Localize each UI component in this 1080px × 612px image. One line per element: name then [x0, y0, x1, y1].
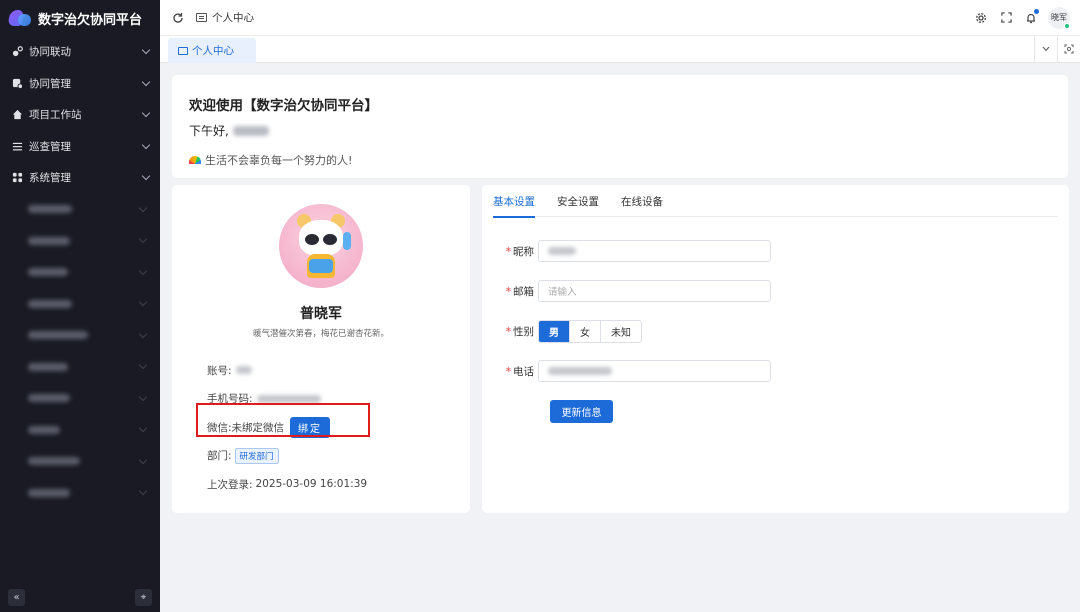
sidebar-subitem-redacted[interactable] — [0, 414, 160, 446]
sidebar-item-coordination-management[interactable]: 协同管理 — [0, 68, 160, 100]
phone-field-row: * 电话 — [482, 360, 771, 382]
user-avatar-text: 晓军 — [1051, 13, 1067, 22]
greeting: 下午好, — [189, 122, 1051, 139]
sidebar-item-coordination-linkage[interactable]: 协同联动 — [0, 36, 160, 68]
app-logo-icon — [7, 8, 31, 28]
settings-tabs: 基本设置 安全设置 在线设备 — [493, 185, 1058, 218]
profile-name: 普晓军 — [300, 306, 342, 322]
gender-segmented-control: 男 女 未知 — [538, 320, 642, 343]
nickname-row: * 昵称 — [482, 240, 771, 262]
redacted-account — [235, 366, 252, 375]
sidebar-item-system-management[interactable]: 系统管理 — [0, 162, 160, 194]
top-header: 个人中心 晓军 — [160, 0, 1080, 36]
refresh-icon[interactable] — [170, 10, 186, 26]
page-tabs: 个人中心 — [160, 36, 1080, 63]
online-status-dot — [1064, 22, 1070, 29]
greeting-text: 下午好, — [189, 124, 229, 138]
sidebar-item-label: 项目工作站 — [29, 109, 82, 122]
breadcrumb[interactable]: 个人中心 — [196, 10, 254, 25]
database-icon — [11, 77, 23, 89]
sidebar-subitem-redacted[interactable] — [0, 194, 160, 226]
home-icon — [11, 109, 23, 121]
gender-option-female[interactable]: 女 — [569, 321, 600, 342]
sidebar-item-project-workstation[interactable]: 项目工作站 — [0, 99, 160, 131]
grid-icon — [11, 172, 23, 184]
tab-security-settings[interactable]: 安全设置 — [557, 185, 599, 217]
nickname-input[interactable] — [538, 240, 771, 262]
tab-basic-settings[interactable]: 基本设置 — [493, 185, 535, 218]
account-label: 账号: — [207, 364, 232, 377]
tab-online-devices[interactable]: 在线设备 — [621, 185, 663, 217]
profile-card: 普晓军 暖气潜催次第春，梅花已谢杏花新。 账号: 手机号码: 微信: 未绑定微信… — [172, 185, 470, 513]
notification-bell-icon[interactable] — [1023, 8, 1039, 26]
sidebar-item-inspection-management[interactable]: 巡查管理 — [0, 131, 160, 163]
sidebar-subitem-redacted[interactable] — [0, 320, 160, 352]
sidebar-item-label: 协同联动 — [29, 46, 71, 59]
settings-card: 基本设置 安全设置 在线设备 * 昵称 * 邮箱 请输入 * 性别 男 女 未知 * 电… — [482, 185, 1069, 513]
breadcrumb-label: 个人中心 — [212, 12, 254, 24]
fullscreen-icon[interactable] — [998, 10, 1014, 26]
email-input[interactable]: 请输入 — [538, 280, 771, 302]
sidebar-item-label: 系统管理 — [29, 172, 71, 185]
redacted-username — [232, 125, 269, 136]
sidebar-subitem-redacted[interactable] — [0, 383, 160, 415]
sidebar: 数字治欠协同平台 协同联动 协同管理 项目工作站 巡查管理 系统管理 « ⌖ — [0, 0, 160, 612]
profile-quote: 暖气潜催次第春，梅花已谢杏花新。 — [252, 329, 389, 339]
profile-card-icon — [196, 13, 207, 22]
department-tag: 研发部门 — [234, 447, 279, 464]
link-icon — [11, 46, 23, 58]
email-label: * 邮箱 — [505, 285, 534, 298]
settings-gear-icon[interactable] — [973, 10, 989, 26]
sidebar-subitem-redacted[interactable] — [0, 288, 160, 320]
brand[interactable]: 数字治欠协同平台 — [0, 0, 160, 36]
highlight-box — [196, 403, 370, 437]
rainbow-icon — [189, 156, 201, 164]
department-label: 部门: — [207, 450, 232, 463]
gender-row: * 性别 男 女 未知 — [482, 320, 642, 343]
profile-card-icon — [178, 46, 188, 55]
motto: 生活不会辜负每一个努力的人! — [189, 152, 1051, 168]
pin-button[interactable]: ⌖ — [135, 589, 152, 606]
gender-option-unknown[interactable]: 未知 — [600, 321, 641, 342]
user-avatar[interactable]: 晓军 — [1048, 6, 1070, 29]
sidebar-item-label: 协同管理 — [29, 77, 71, 90]
welcome-title: 欢迎使用【数字治欠协同平台】 — [189, 98, 378, 114]
chevron-down-icon — [141, 46, 151, 55]
last-login-value: 2025-03-09 16:01:39 — [255, 478, 368, 491]
phone-field-label: * 电话 — [505, 365, 534, 378]
chevron-down-icon — [141, 77, 151, 86]
nickname-label: * 昵称 — [505, 245, 534, 258]
sidebar-subitem-redacted[interactable] — [0, 351, 160, 383]
tab-label: 个人中心 — [192, 45, 234, 57]
welcome-card: 欢迎使用【数字治欠协同平台】 下午好, 生活不会辜负每一个努力的人! — [172, 75, 1068, 178]
last-login-row: 上次登录: 2025-03-09 16:01:39 — [207, 470, 450, 499]
gender-label: * 性别 — [505, 326, 534, 338]
department-row: 部门: 研发部门 — [207, 442, 450, 471]
update-info-button[interactable]: 更新信息 — [550, 400, 613, 423]
app-title: 数字治欠协同平台 — [38, 12, 143, 28]
last-login-label: 上次登录: — [207, 478, 253, 491]
list-icon — [11, 140, 23, 152]
notification-dot — [1034, 8, 1039, 14]
sidebar-item-label: 巡查管理 — [29, 140, 71, 153]
redacted-phone — [256, 394, 321, 403]
sidebar-subitem-redacted[interactable] — [0, 257, 160, 289]
sidebar-subitem-redacted[interactable] — [0, 225, 160, 257]
collapse-sidebar-button[interactable]: « — [8, 589, 25, 606]
chevron-down-icon — [141, 172, 151, 181]
phone-input[interactable] — [538, 360, 771, 382]
chevron-down-icon — [141, 140, 151, 149]
tab-personal-center[interactable]: 个人中心 — [168, 38, 256, 63]
account-row: 账号: — [207, 356, 450, 385]
email-row: * 邮箱 请输入 — [482, 280, 771, 302]
gender-option-male[interactable]: 男 — [539, 321, 569, 342]
maximize-content-icon[interactable] — [1057, 36, 1080, 62]
sidebar-subitem-redacted[interactable] — [0, 446, 160, 478]
chevron-down-icon — [141, 109, 151, 118]
motto-text: 生活不会辜负每一个努力的人! — [205, 154, 353, 167]
profile-avatar[interactable] — [279, 204, 363, 288]
sidebar-subitem-redacted[interactable] — [0, 477, 160, 509]
tabs-dropdown-icon[interactable] — [1034, 36, 1057, 62]
